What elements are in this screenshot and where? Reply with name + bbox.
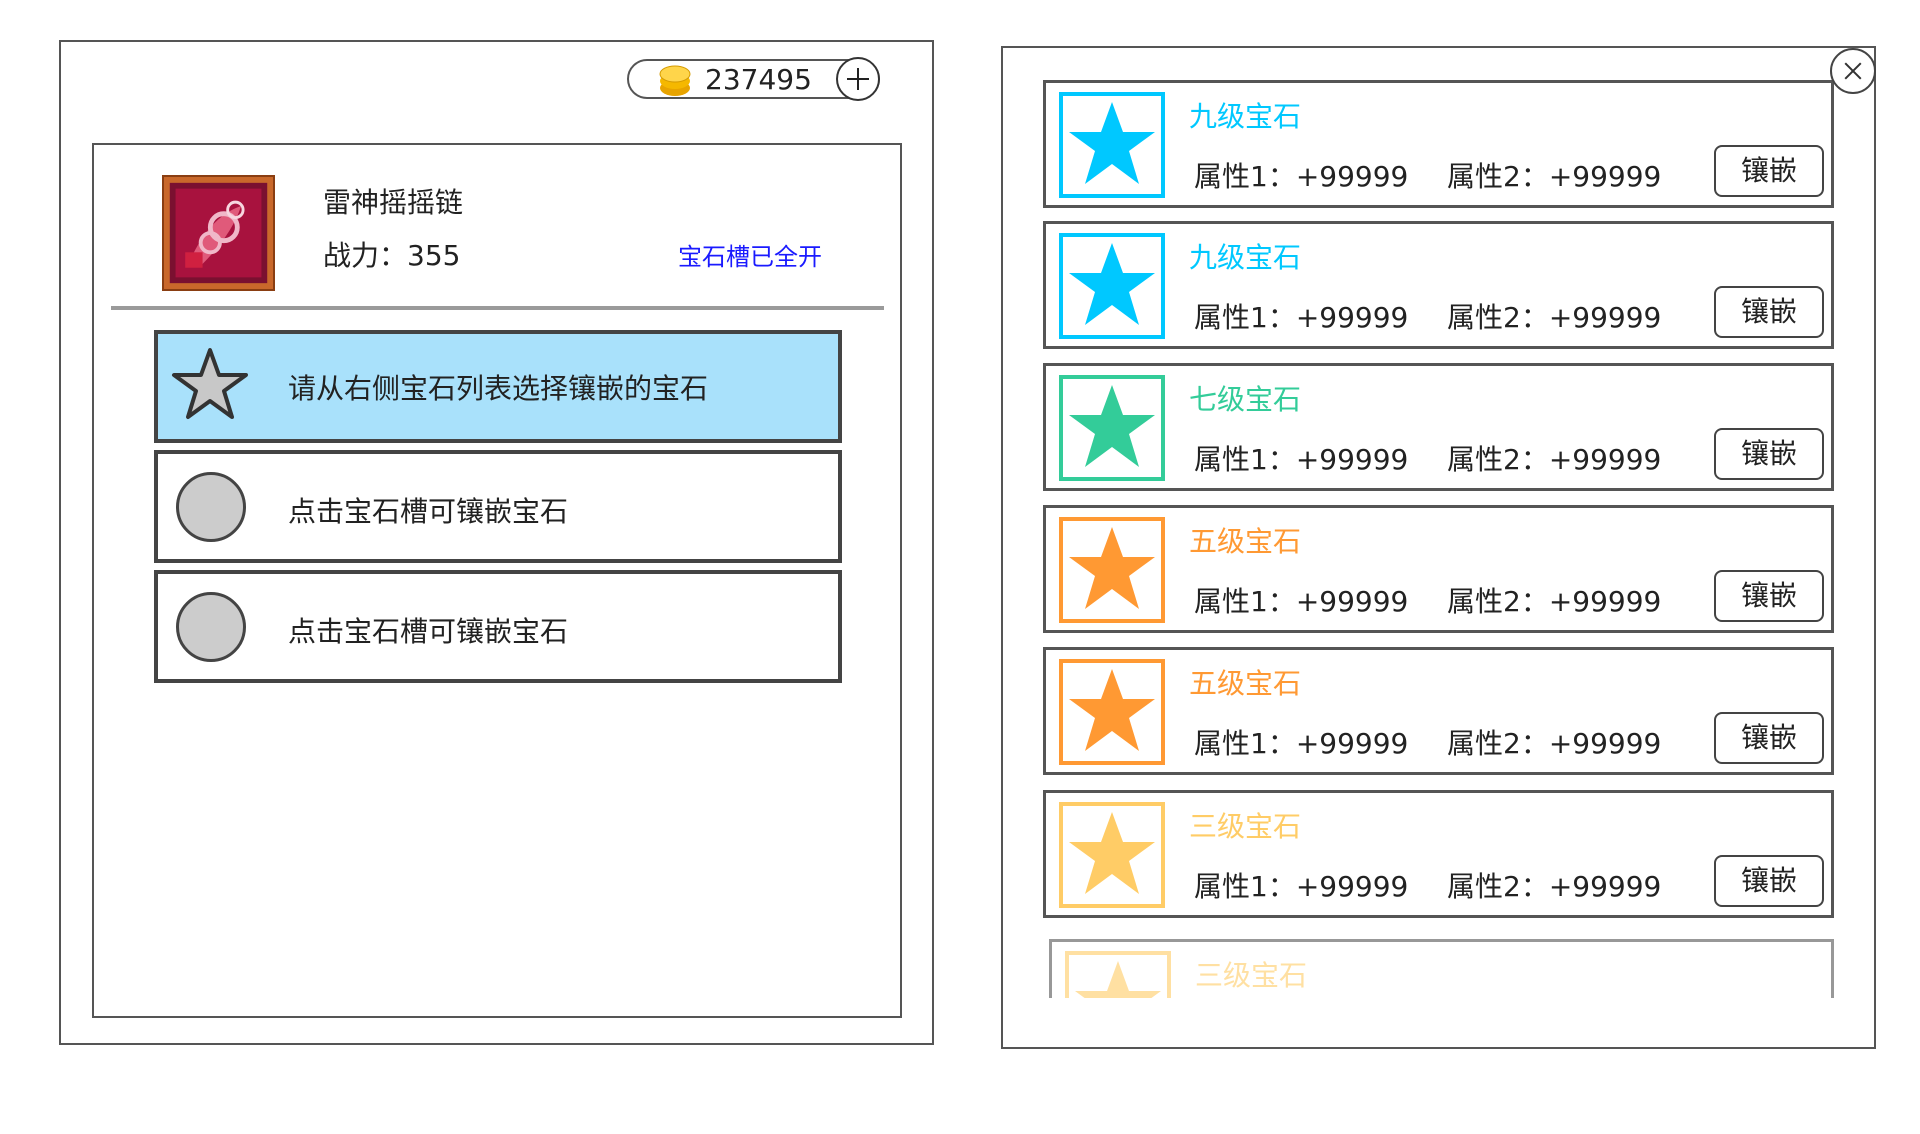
gem-attr-2: 属性2：+99999 [1447, 443, 1662, 476]
star-icon [172, 348, 248, 419]
gem-name: 五级宝石 [1189, 667, 1302, 700]
slot-hint-text: 请从右侧宝石列表选择镶嵌的宝石 [288, 372, 709, 405]
gem-icon-frame [1059, 802, 1165, 908]
inlay-button[interactable]: 镶嵌 [1714, 428, 1824, 480]
gem-row[interactable]: 三级宝石 [1049, 939, 1834, 998]
slots-status: 宝石槽已全开 [678, 243, 822, 271]
gem-row[interactable]: 七级宝石属性1：+99999 属性2：+99999 镶嵌 [1043, 363, 1834, 491]
gem-name: 五级宝石 [1189, 525, 1302, 558]
gem-attr-1: 属性1：+99999 [1194, 443, 1409, 476]
gem-star-icon [1069, 243, 1155, 325]
gem-attr-2: 属性2：+99999 [1447, 585, 1662, 618]
close-button[interactable] [1830, 48, 1876, 94]
gem-star-icon [1069, 812, 1155, 894]
gem-star-icon [1069, 527, 1155, 609]
gem-star-icon [1069, 102, 1155, 184]
add-currency-button[interactable] [836, 57, 880, 101]
gem-row[interactable]: 九级宝石属性1：+99999 属性2：+99999 镶嵌 [1043, 80, 1834, 208]
gem-icon-frame [1059, 233, 1165, 339]
coin-icon [659, 65, 691, 96]
gem-row[interactable]: 五级宝石属性1：+99999 属性2：+99999 镶嵌 [1043, 647, 1834, 775]
gem-attr-1: 属性1：+99999 [1194, 160, 1409, 193]
gem-icon-frame [1059, 375, 1165, 481]
gem-star-icon [1075, 961, 1161, 998]
gem-icon-frame [1059, 92, 1165, 198]
gem-list[interactable]: 九级宝石 属性1：+99999 属性2：+99999 镶嵌 九级宝石 属性1：+99999… [1001, 46, 1876, 998]
currency-amount: 237495 [705, 63, 812, 96]
gem-name: 三级宝石 [1195, 959, 1308, 992]
slot-hint-text: 点击宝石槽可镶嵌宝石 [288, 615, 569, 648]
gem-row[interactable]: 五级宝石属性1：+99999 属性2：+99999 镶嵌 [1043, 505, 1834, 633]
gem-star-icon [1069, 385, 1155, 467]
gem-icon-frame [1059, 517, 1165, 623]
gem-name: 七级宝石 [1189, 383, 1302, 416]
inlay-button[interactable]: 镶嵌 [1714, 145, 1824, 197]
gem-icon-frame [1059, 659, 1165, 765]
gem-attr-1: 属性1：+99999 [1194, 301, 1409, 334]
gem-icon-frame [1065, 951, 1171, 998]
gem-star-icon [1069, 669, 1155, 751]
inlay-button[interactable]: 镶嵌 [1714, 286, 1824, 338]
gem-name: 九级宝石 [1189, 241, 1302, 274]
inlay-button[interactable]: 镶嵌 [1714, 855, 1824, 907]
inlay-button[interactable]: 镶嵌 [1714, 570, 1824, 622]
gem-row[interactable]: 三级宝石属性1：+99999 属性2：+99999 镶嵌 [1043, 790, 1834, 918]
item-power: 战力：355 [323, 239, 461, 272]
gem-attr-2: 属性2：+99999 [1447, 301, 1662, 334]
item-name: 雷神摇摇链 [323, 186, 464, 219]
divider [111, 306, 884, 310]
item-icon [162, 175, 275, 291]
gem-attr-2: 属性2：+99999 [1447, 727, 1662, 760]
gem-attr-2: 属性2：+99999 [1447, 870, 1662, 903]
gem-attr-1: 属性1：+99999 [1194, 870, 1409, 903]
gem-attr-1: 属性1：+99999 [1194, 585, 1409, 618]
empty-slot-circle [176, 472, 246, 542]
gem-attr-1: 属性1：+99999 [1194, 727, 1409, 760]
empty-slot-circle [176, 592, 246, 662]
gem-row[interactable]: 九级宝石属性1：+99999 属性2：+99999 镶嵌 [1043, 221, 1834, 349]
gem-name: 三级宝石 [1189, 810, 1302, 843]
gem-attr-2: 属性2：+99999 [1447, 160, 1662, 193]
gem-name: 九级宝石 [1189, 100, 1302, 133]
slot-hint-text: 点击宝石槽可镶嵌宝石 [288, 495, 569, 528]
inlay-button[interactable]: 镶嵌 [1714, 712, 1824, 764]
